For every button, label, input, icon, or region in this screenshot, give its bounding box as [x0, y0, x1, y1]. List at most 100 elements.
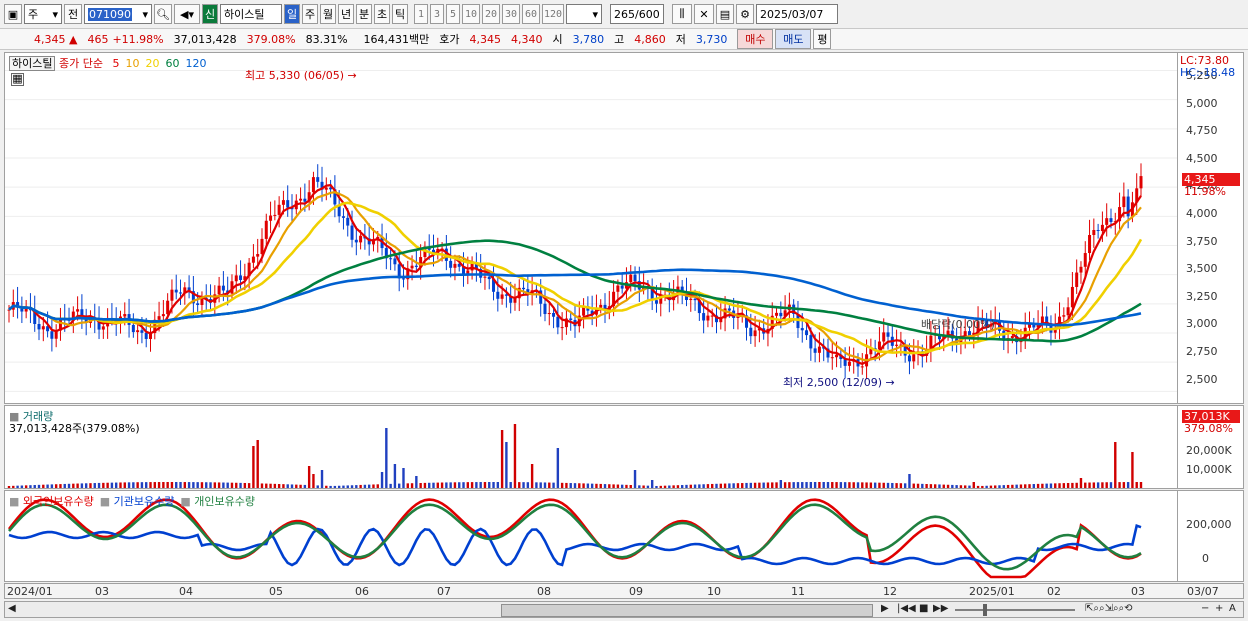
scroll-right-icon[interactable]: ▶ — [881, 603, 889, 616]
volume-bar — [955, 485, 958, 488]
interval-10[interactable]: 10 — [462, 4, 480, 24]
holdings-panel[interactable]: ■ 외국인보유수량 ■ 기관보유수량 ■ 개인보유수량 — [4, 490, 1178, 582]
volume-chart[interactable] — [5, 406, 1177, 488]
candle-body — [1040, 316, 1044, 324]
candle-body — [50, 331, 54, 339]
chart-scrollbar[interactable]: ◀ ▶ |◀◀ ■ ▶▶ ⇱⌕⌕⇲⌕⌕⟲ − + A — [4, 601, 1244, 618]
volume-bar — [367, 484, 371, 488]
volume-bar — [942, 484, 945, 488]
open-label: 시 — [552, 33, 563, 46]
stop-icon[interactable]: ■ — [919, 603, 928, 616]
interval-30[interactable]: 30 — [502, 4, 520, 24]
candle-body — [1088, 235, 1092, 254]
prev-button[interactable]: 전 — [64, 4, 82, 24]
volume-bar — [848, 482, 851, 488]
volume-bar — [192, 482, 195, 488]
interval-5[interactable]: 5 — [446, 4, 460, 24]
scroll-left-icon[interactable]: ◀ — [8, 603, 16, 616]
scroll-start-icon[interactable]: |◀◀ — [897, 603, 916, 616]
zoom-in-icon[interactable]: + — [1215, 603, 1223, 616]
eval-button[interactable]: 평 — [813, 29, 832, 49]
legend-ma-10: 10 — [125, 57, 140, 70]
period-3[interactable]: 년 — [338, 4, 354, 24]
date-field[interactable]: 2025/03/07 — [756, 4, 838, 24]
volume-bar — [698, 484, 701, 488]
volume-bar — [1114, 442, 1117, 488]
code-input[interactable]: 071090 ▾ — [84, 4, 152, 24]
candle-body — [273, 214, 277, 216]
volume-bar — [389, 483, 392, 488]
grid-icon[interactable]: ▦ — [11, 73, 24, 86]
period-4[interactable]: 분 — [356, 4, 372, 24]
price-tick: 5,000 — [1186, 96, 1218, 110]
candle-body — [196, 303, 200, 305]
candle-body — [779, 312, 783, 317]
window-icon[interactable]: ▣ — [4, 4, 22, 24]
period-2[interactable]: 월 — [320, 4, 336, 24]
stock-name-field[interactable]: 하이스틸 — [220, 4, 282, 24]
price-chart-panel[interactable]: 하이스틸 종가 단순 5 10 20 60 120 ▦ 최고 5,330 (06/05)… — [4, 52, 1178, 404]
price-tick: 3,250 — [1186, 289, 1218, 303]
candle-body — [749, 327, 753, 337]
volume-bar — [175, 482, 178, 488]
chevron-down-icon: ▾ — [142, 7, 148, 21]
period-1[interactable]: 주 — [302, 4, 318, 24]
candle-body — [522, 287, 526, 290]
scroll-thumb[interactable] — [501, 604, 873, 617]
volume-bar — [976, 485, 980, 488]
candle-body — [547, 312, 551, 315]
candle-body — [860, 366, 864, 368]
volume-bar — [153, 482, 156, 488]
chevron-down-icon: ▾ — [52, 7, 58, 21]
volume-bar — [758, 482, 761, 488]
volume-bar — [337, 485, 341, 488]
candle-body — [1109, 218, 1113, 222]
volume-bar — [672, 485, 675, 488]
interval-60[interactable]: 60 — [522, 4, 540, 24]
volume-bar — [603, 484, 607, 488]
zoom-slider-track[interactable] — [955, 609, 1075, 611]
period-0[interactable]: 일 — [284, 4, 300, 24]
buy-button[interactable]: 매수 — [737, 29, 774, 49]
volume-bar — [157, 482, 161, 488]
volume-bar — [243, 482, 247, 488]
volume-bar — [307, 466, 311, 488]
volume-bar — [702, 484, 705, 488]
interval-select[interactable]: ▾ — [566, 4, 602, 24]
volume-ratio: 379.08% — [246, 32, 296, 46]
period-6[interactable]: 틱 — [392, 4, 408, 24]
volume-bar — [483, 482, 487, 488]
tool-icons[interactable]: ⇱⌕⌕⇲⌕⌕⟲ — [1085, 603, 1133, 616]
volume-bar — [963, 485, 967, 488]
save-icon[interactable]: ▤ — [716, 4, 734, 24]
volume-bar — [380, 472, 384, 488]
crosshair-icon[interactable]: ✕ — [694, 4, 714, 24]
period-5[interactable]: 초 — [374, 4, 390, 24]
candle-body — [256, 254, 260, 257]
interval-20[interactable]: 20 — [482, 4, 500, 24]
price-chart[interactable] — [5, 53, 1177, 403]
zoom-out-icon[interactable]: − — [1201, 603, 1209, 616]
candle-type-icon[interactable]: ⫼ — [672, 4, 692, 24]
candle-body — [341, 216, 345, 218]
scroll-end-icon[interactable]: ▶▶ — [933, 603, 948, 616]
gear-icon[interactable]: ⚙ — [736, 4, 754, 24]
volume-bar — [792, 482, 795, 488]
interval-3[interactable]: 3 — [430, 4, 444, 24]
count-field[interactable]: 265/600 — [610, 4, 664, 24]
volume-bar — [7, 486, 11, 488]
sell-button[interactable]: 매도 — [775, 29, 812, 49]
speaker-icon[interactable]: ◀▾ — [174, 4, 200, 24]
interval-120[interactable]: 120 — [542, 4, 564, 24]
zoom-slider-handle[interactable] — [983, 604, 987, 616]
volume-bar — [1062, 483, 1066, 488]
volume-panel[interactable]: ■ 거래량 37,013,428주(379.08%) — [4, 405, 1178, 489]
market-select[interactable]: 주 ▾ — [24, 4, 62, 24]
candle-body — [217, 285, 221, 295]
volume-bar — [569, 483, 572, 488]
legend-stock-name[interactable]: 하이스틸 — [9, 56, 56, 71]
interval-1[interactable]: 1 — [414, 4, 428, 24]
font-size-icon[interactable]: A — [1229, 603, 1236, 616]
volume-bar — [711, 483, 714, 488]
search-icon[interactable]: 🔍︎ — [154, 4, 172, 24]
